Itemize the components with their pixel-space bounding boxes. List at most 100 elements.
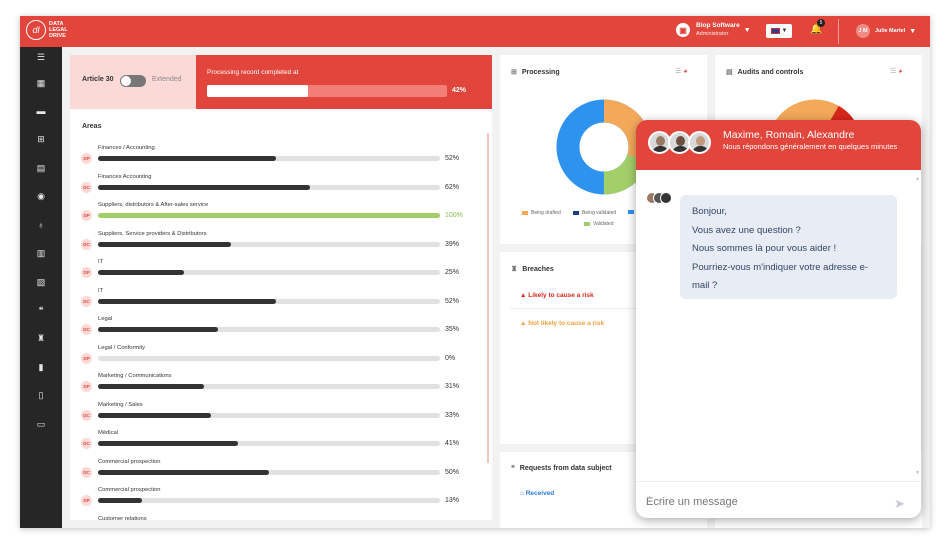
card-icon[interactable]: ▭ (33, 417, 49, 431)
language-selector[interactable]: ▼ (766, 24, 792, 38)
warning-icon: ▲ (520, 292, 529, 299)
document-icon[interactable]: ▤ (33, 161, 49, 175)
chat-scrollbar[interactable]: ▲ ▼ (913, 172, 921, 482)
not-likely-risk-item[interactable]: ▲ Not likely to cause a risk (520, 320, 604, 327)
area-percent: 39% (445, 240, 460, 248)
area-row[interactable]: DP Marketing / Communications 31% (81, 373, 471, 401)
area-name: Finances / Accounting (98, 145, 155, 151)
progress-fill (98, 298, 276, 304)
area-name: Suppliers, distributors & After-sales se… (98, 202, 209, 208)
quote-icon: ❝ (511, 465, 515, 472)
area-percent: 33% (445, 411, 460, 419)
area-progress-bar (98, 241, 440, 247)
area-badge: DC (81, 438, 92, 449)
area-percent: 62% (445, 183, 460, 191)
area-progress-bar (98, 469, 440, 475)
bank-icon: ♜ (511, 266, 518, 273)
user-menu[interactable]: J M Julie Martel ▼ (856, 24, 916, 38)
org-icon[interactable]: ♜ (33, 331, 49, 345)
processing-record-label: Processing record completed at (207, 69, 299, 76)
file-icon[interactable]: ▥ (33, 246, 49, 260)
extended-toggle[interactable] (120, 75, 146, 87)
message-line: Nous sommes là pour vous aider ! (692, 243, 837, 254)
scroll-up-icon[interactable]: ▲ (915, 176, 920, 182)
message-avatars (646, 192, 676, 206)
processing-record-panel: Processing record completed at 42% (196, 55, 492, 109)
area-name: Commercial prospection (98, 487, 161, 493)
chevron-down-icon: ▼ (781, 28, 788, 34)
area-row[interactable]: DC Legal 35% (81, 316, 471, 344)
area-name: Marketing / Sales (98, 401, 143, 408)
app-logo[interactable]: dl DATA LEGAL DRIVE (26, 20, 68, 40)
area-name: Médical (98, 430, 118, 436)
table-icon[interactable]: ⊞ (33, 132, 49, 146)
building-icon[interactable]: ▦ (33, 76, 49, 90)
scrollbar[interactable] (487, 133, 489, 463)
chat-widget: Maxime, Romain, Alexandre Nous répondons… (636, 120, 921, 518)
area-progress-bar (98, 298, 440, 304)
logo-mark: dl (26, 20, 46, 40)
company-name: Blop Software (696, 22, 740, 29)
area-name: Commercial prospection (98, 458, 161, 465)
article30-panel: Article 30 Extended (70, 55, 196, 109)
chat-header: Maxime, Romain, Alexandre Nous répondons… (636, 120, 921, 170)
area-progress-bar (98, 441, 440, 446)
progress-fill (98, 213, 440, 218)
area-percent: 52% (445, 297, 460, 305)
area-progress-bar (98, 213, 440, 218)
area-row[interactable]: DC Marketing / Sales 33% (81, 402, 471, 430)
area-row[interactable]: DP Suppliers, distributors & After-sales … (81, 202, 471, 230)
area-percent: 50% (445, 468, 460, 476)
avatar: J M (856, 24, 870, 38)
legend-validated: Validated (584, 221, 613, 227)
chevron-down-icon: ▼ (909, 27, 917, 35)
area-row[interactable]: DP Finances / Accounting 52% (81, 145, 471, 173)
area-percent: 100% (445, 212, 463, 219)
area-badge: DC (81, 238, 92, 250)
briefcase-icon[interactable]: ▬ (33, 104, 49, 118)
area-row[interactable]: DP Legal / Conformity 0% (81, 345, 471, 373)
message-line: Vous avez une question ? (692, 224, 801, 236)
area-progress-bar (98, 327, 440, 332)
area-progress-bar (98, 270, 440, 275)
progress-fill (98, 241, 232, 247)
message-line: Bonjour, (692, 206, 727, 217)
quote-icon[interactable]: ❝ (33, 303, 49, 317)
area-percent: 25% (445, 269, 460, 276)
area-badge: DP (81, 153, 92, 164)
menu-icon[interactable]: ☰ (33, 50, 49, 64)
area-progress-bar (98, 355, 440, 361)
book-icon[interactable]: ▮ (33, 360, 49, 374)
target-icon[interactable]: ◉ (33, 189, 49, 203)
area-row[interactable]: DP Commercial prospection 13% (81, 487, 471, 515)
scroll-down-icon[interactable]: ▼ (915, 470, 920, 476)
area-row[interactable]: DCCustomer relations (81, 516, 471, 521)
received-item[interactable]: ⌂ Received (520, 490, 554, 497)
divider (838, 19, 839, 44)
likely-risk-item[interactable]: ▲ Likely to cause a risk (520, 292, 594, 299)
area-row[interactable]: DC Suppliers, Service providers & Distrib… (81, 231, 471, 259)
area-row[interactable]: DP IT 25% (81, 259, 471, 287)
area-row[interactable]: DC Commercial prospection 50% (81, 459, 471, 487)
area-badge: DC (81, 181, 92, 193)
area-row[interactable]: DC Finances Accounting 62% (81, 174, 471, 202)
area-row[interactable]: DC IT 52% (81, 288, 471, 316)
progress-fill (98, 270, 184, 275)
file-alt-icon[interactable]: ▧ (33, 275, 49, 289)
area-progress-bar (98, 384, 440, 389)
area-progress-bar (98, 184, 440, 190)
progress-fill (98, 327, 218, 332)
send-icon[interactable]: ➤ (894, 496, 905, 512)
area-percent: 35% (445, 326, 460, 333)
company-selector[interactable]: ▣ Blop Software Administrator ▼ (676, 22, 751, 38)
areas-panel: Areas DP Finances / Accounting 52% DC Financ… (70, 109, 492, 520)
chat-message-input[interactable] (646, 494, 876, 510)
stethoscope-icon[interactable]: ♁ (33, 218, 49, 232)
area-row[interactable]: DC Médical 41% (81, 430, 471, 458)
chat-subtitle: Nous répondons généralement en quelques … (723, 142, 898, 151)
user-name: Julie Martel (875, 28, 906, 34)
legend-swatch (522, 211, 528, 215)
legend-swatch (573, 211, 579, 215)
clipboard-icon[interactable]: ▯ (33, 388, 49, 402)
chevron-down-icon: ▼ (743, 26, 751, 34)
